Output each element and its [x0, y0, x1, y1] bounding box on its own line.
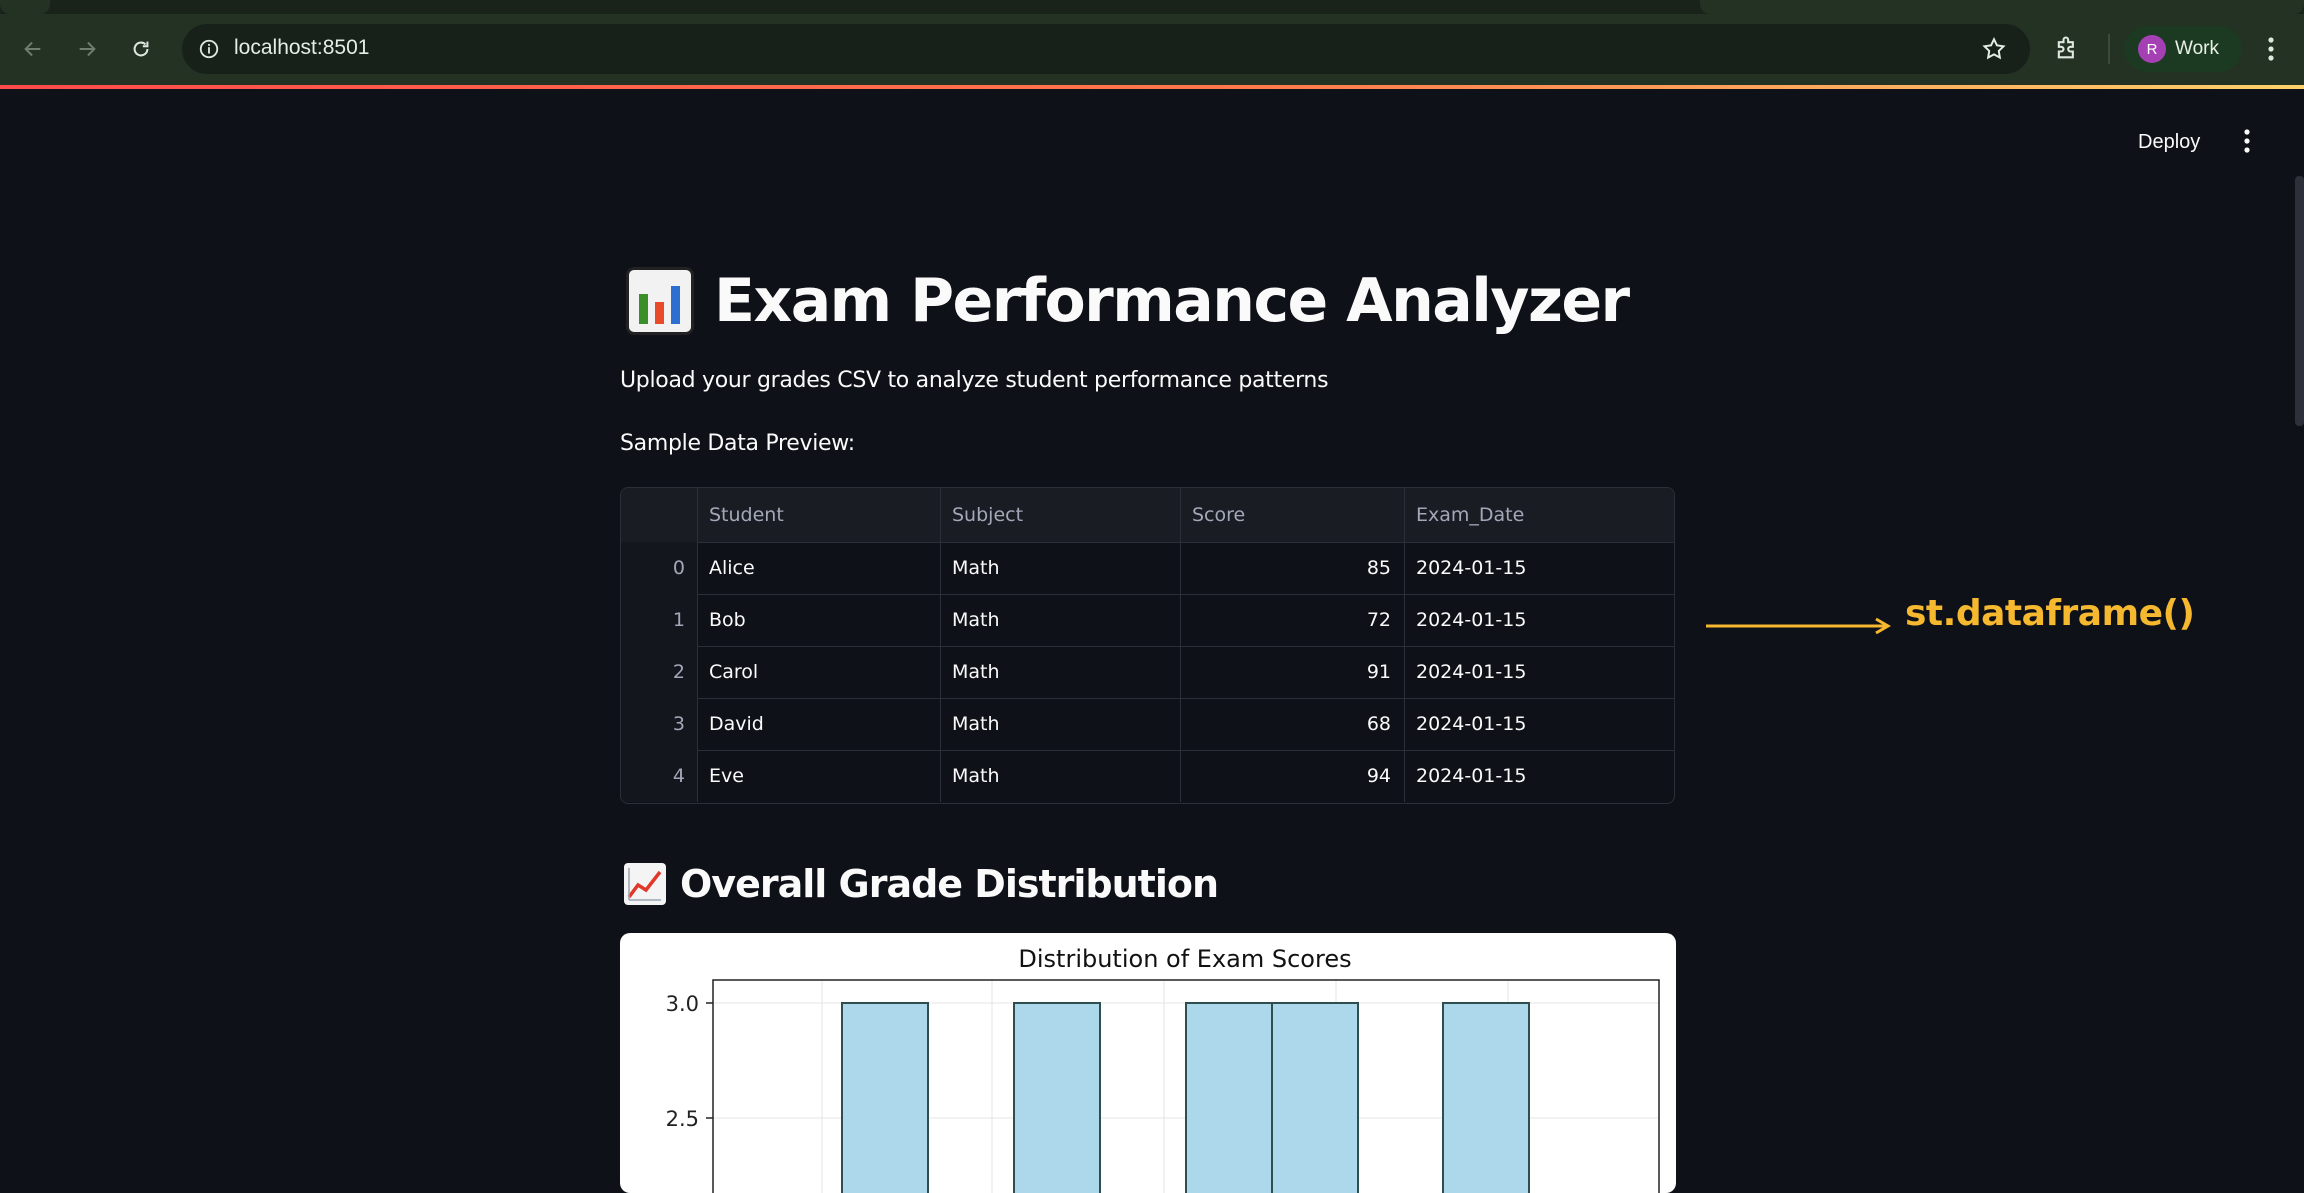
column-header-subject[interactable]: Subject — [941, 488, 1181, 542]
streamlit-decoration-bar — [0, 85, 2304, 89]
table-row: 4 Eve Math 94 2024-01-15 — [621, 750, 1674, 802]
section-heading: Overall Grade Distribution — [620, 858, 1219, 910]
bookmark-star-icon[interactable] — [1980, 35, 2008, 63]
histogram-chart: Distribution of Exam Scores 3.0 2.5 — [620, 933, 1676, 1193]
section-title: Overall Grade Distribution — [680, 862, 1219, 906]
chart-increasing-icon — [624, 863, 666, 905]
y-tick-label: 2.5 — [666, 1107, 699, 1131]
page-scrollbar[interactable] — [2295, 176, 2304, 426]
chart-title: Distribution of Exam Scores — [1018, 945, 1351, 973]
table-cell[interactable]: 72 — [1181, 594, 1405, 646]
table-cell[interactable]: 2024-01-15 — [1405, 698, 1674, 750]
back-arrow-icon — [24, 41, 41, 57]
tab-edge — [0, 0, 50, 14]
y-tick-label: 3.0 — [666, 992, 699, 1016]
page-title-text: Exam Performance Analyzer — [714, 266, 1630, 336]
back-button[interactable] — [16, 32, 50, 66]
avatar: R — [2138, 35, 2166, 63]
column-header-exam-date[interactable]: Exam_Date — [1405, 488, 1674, 542]
histogram-bar — [1271, 1002, 1359, 1193]
table-cell[interactable]: Math — [941, 594, 1181, 646]
toolbar-divider — [2108, 34, 2110, 64]
column-header-index[interactable] — [621, 488, 698, 542]
table-cell[interactable]: Eve — [698, 750, 941, 802]
row-index: 4 — [621, 750, 698, 802]
table-row: 3 David Math 68 2024-01-15 — [621, 698, 1674, 751]
row-index: 0 — [621, 542, 698, 594]
table-cell[interactable]: 85 — [1181, 542, 1405, 594]
reload-icon — [133, 41, 149, 57]
histogram-bar — [1442, 1002, 1530, 1193]
table-cell[interactable]: 68 — [1181, 698, 1405, 750]
dataframe[interactable]: Student Subject Score Exam_Date 0 Alice … — [620, 487, 1675, 804]
table-cell[interactable]: Math — [941, 750, 1181, 802]
forward-arrow-icon — [79, 41, 96, 57]
row-index: 3 — [621, 698, 698, 750]
bar-chart-icon — [626, 267, 694, 335]
table-row: 2 Carol Math 91 2024-01-15 — [621, 646, 1674, 699]
row-index: 1 — [621, 594, 698, 646]
table-cell[interactable]: David — [698, 698, 941, 750]
deploy-button[interactable]: Deploy — [2124, 122, 2214, 162]
table-cell[interactable]: Alice — [698, 542, 941, 594]
table-cell[interactable]: 94 — [1181, 750, 1405, 802]
table-cell[interactable]: 2024-01-15 — [1405, 646, 1674, 698]
extensions-puzzle-icon[interactable] — [2052, 33, 2082, 63]
tab-edge — [1700, 0, 2304, 14]
table-cell[interactable]: Math — [941, 646, 1181, 698]
table-row: 0 Alice Math 85 2024-01-15 — [621, 542, 1674, 595]
table-cell[interactable]: 2024-01-15 — [1405, 750, 1674, 802]
app-menu-icon[interactable] — [2232, 124, 2262, 158]
profile-name: Work — [2175, 38, 2219, 59]
table-cell[interactable]: Math — [941, 542, 1181, 594]
column-header-score[interactable]: Score — [1181, 488, 1405, 542]
tab-strip — [0, 0, 2304, 14]
histogram-bar — [1185, 1002, 1273, 1193]
annotation-label: st.dataframe() — [1905, 593, 2195, 634]
preview-label: Sample Data Preview: — [620, 431, 855, 456]
histogram-bar — [1013, 1002, 1101, 1193]
table-cell[interactable]: Bob — [698, 594, 941, 646]
table-cell[interactable]: Math — [941, 698, 1181, 750]
profile-button[interactable]: R Work — [2124, 26, 2242, 72]
histogram-bar — [841, 1002, 929, 1193]
site-info-icon[interactable] — [195, 35, 223, 63]
reload-button[interactable] — [124, 32, 158, 66]
table-cell[interactable]: 2024-01-15 — [1405, 542, 1674, 594]
forward-button[interactable] — [70, 32, 104, 66]
page-title: Exam Performance Analyzer — [620, 258, 1630, 344]
url-text: localhost:8501 — [234, 36, 370, 59]
browser-toolbar: localhost:8501 R Work — [0, 0, 2304, 85]
table-cell[interactable]: 91 — [1181, 646, 1405, 698]
chart-svg: Distribution of Exam Scores 3.0 2.5 — [666, 945, 1660, 1193]
address-bar[interactable]: localhost:8501 — [182, 24, 2030, 74]
browser-menu-icon[interactable] — [2256, 32, 2286, 66]
column-header-student[interactable]: Student — [698, 488, 941, 542]
table-row: 1 Bob Math 72 2024-01-15 — [621, 594, 1674, 647]
row-index: 2 — [621, 646, 698, 698]
table-cell[interactable]: 2024-01-15 — [1405, 594, 1674, 646]
page-subtitle: Upload your grades CSV to analyze studen… — [620, 368, 1329, 393]
table-header-row: Student Subject Score Exam_Date — [621, 488, 1674, 543]
annotation-arrow-icon — [1706, 617, 1891, 635]
table-cell[interactable]: Carol — [698, 646, 941, 698]
